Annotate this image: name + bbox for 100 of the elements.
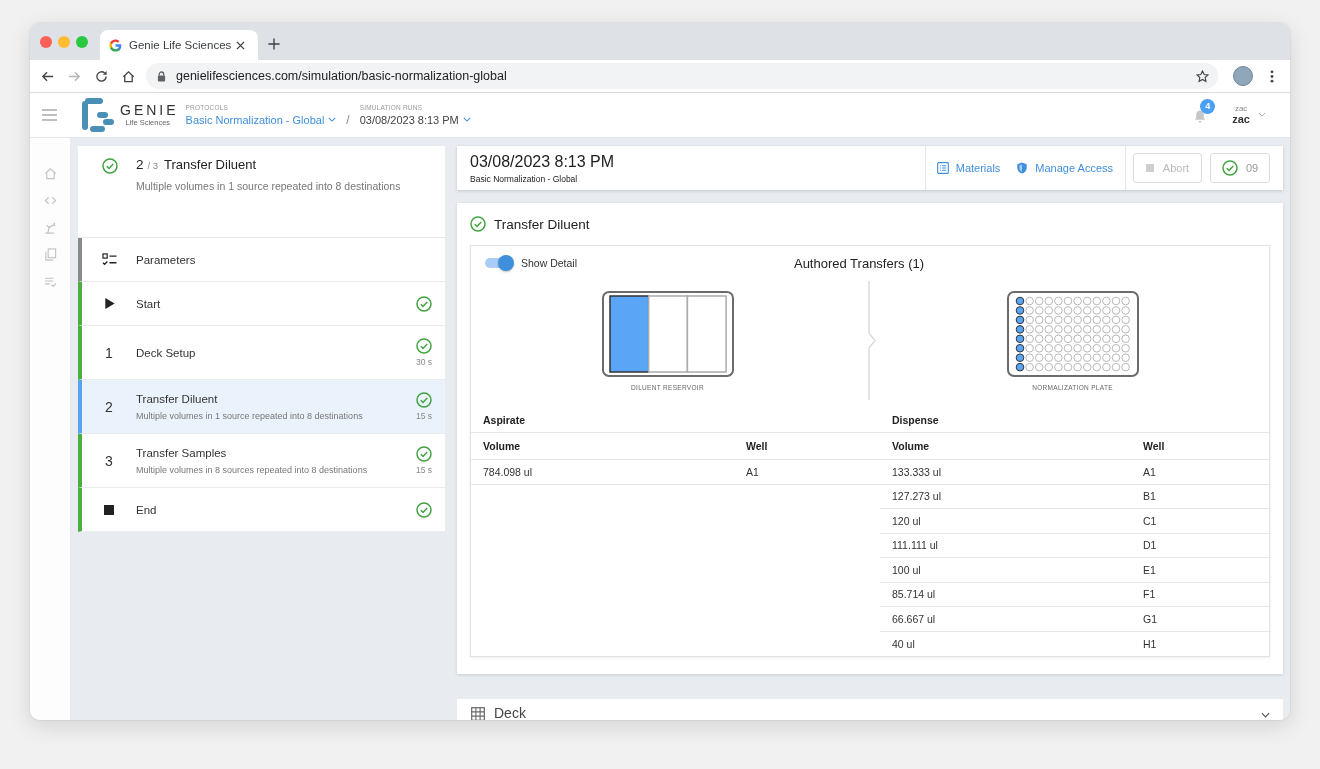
code-icon[interactable]	[43, 194, 57, 207]
check-circle-icon	[416, 501, 432, 518]
bell-icon[interactable]	[1193, 108, 1208, 124]
deck-title: Deck	[494, 705, 526, 720]
table-cell-text: 66.667 ul	[891, 612, 937, 625]
checklist-icon	[101, 253, 117, 266]
logo-icon	[81, 97, 115, 133]
authored-transfers-heading: Authored Transfers (1)	[793, 255, 925, 271]
step-duration: 15 s	[415, 411, 433, 421]
table-cell-text: A1	[1142, 465, 1157, 478]
plus-icon[interactable]	[268, 37, 280, 50]
avatar-icon[interactable]	[1233, 66, 1253, 86]
account-label: zac	[1234, 104, 1248, 113]
step-title: Transfer Samples	[136, 446, 228, 459]
step-title: Transfer Diluent	[136, 392, 219, 405]
table-cell-text: G1	[1142, 612, 1158, 625]
step-number: 3	[105, 452, 113, 469]
favicon-icon	[109, 38, 122, 52]
manage-access-link[interactable]: Manage Access	[1016, 162, 1113, 174]
materials-link[interactable]: Materials	[936, 162, 1001, 174]
step-item[interactable]: Start	[78, 282, 445, 326]
brand-name: GENIE	[120, 103, 179, 118]
column-header: Well	[1142, 440, 1166, 452]
lock-icon	[157, 70, 166, 82]
copy-icon[interactable]	[43, 248, 57, 261]
table-cell-text: 133.333 ul	[891, 465, 943, 478]
grid-icon	[471, 707, 485, 720]
chevron-icon[interactable]	[1261, 712, 1270, 718]
table-cell-text: 85.714 ul	[891, 588, 937, 601]
chevron-down-icon	[462, 117, 471, 122]
check-circle-icon	[416, 446, 432, 462]
table-cell-text: 127.273 ul	[891, 490, 943, 503]
table-cell-text: C1	[1142, 514, 1158, 527]
check-circle-icon	[416, 295, 432, 312]
column-header: Well	[745, 440, 769, 452]
breadcrumb-dropdown[interactable]: 03/08/2023 8:13 PM	[359, 112, 471, 127]
chevron-down-icon[interactable]	[1258, 111, 1266, 117]
chevron-down-icon	[328, 117, 337, 122]
checklist-icon[interactable]	[43, 275, 57, 288]
more-icon[interactable]	[1270, 69, 1274, 83]
step-item[interactable]: 2 Transfer Diluent Multiple volumes in 1 source repeated into 8 destinations 15 s	[78, 380, 445, 434]
table-cell-text: 100 ul	[891, 563, 922, 576]
table-cell-text: 40 ul	[891, 637, 916, 650]
browser-tab[interactable]: Genie Life Sciences	[100, 30, 258, 60]
shield-icon	[1016, 162, 1029, 174]
breadcrumb-dropdown[interactable]: Basic Normalization - Global	[185, 112, 337, 127]
column-header: Volume	[891, 440, 931, 452]
step-item[interactable]: 1 Deck Setup 30 s	[78, 326, 445, 380]
table-cell-text: 784.098 ul	[482, 465, 534, 478]
table-cell-text: B1	[1142, 490, 1157, 503]
step-title: End	[136, 503, 158, 516]
table-cell-text: H1	[1142, 637, 1158, 650]
table-cell-text: 111.111 ul	[891, 539, 939, 552]
step-item[interactable]: 3 Transfer Samples Multiple volumes in 8 sources repeated into 8 destinations 15 s	[78, 434, 445, 488]
run-subtitle: Basic Normalization - Global	[470, 174, 579, 184]
forward-icon[interactable]	[68, 69, 81, 83]
robot-arm-icon[interactable]	[43, 221, 57, 234]
check-circle-icon	[416, 338, 432, 354]
step-count: 2	[136, 157, 144, 172]
reload-icon[interactable]	[95, 69, 108, 83]
toggle-label: Show Detail	[521, 257, 578, 269]
table-cell-text: 120 ul	[891, 514, 922, 527]
address-bar[interactable]: genielifesciences.com/simulation/basic-normalization-global	[146, 63, 1218, 89]
table-group-header: Dispense	[891, 414, 940, 426]
check-circle-icon	[1221, 160, 1238, 176]
stop-icon	[1145, 164, 1154, 172]
table-cell-text: D1	[1142, 539, 1158, 552]
run-title: 03/08/2023 8:13 PM	[470, 153, 616, 171]
table-cell-text: A1	[745, 465, 760, 478]
notification-badge: 4	[1200, 98, 1216, 114]
home-icon[interactable]	[122, 69, 135, 83]
step-item[interactable]: Parameters	[78, 238, 445, 282]
back-icon[interactable]	[41, 69, 54, 83]
star-icon[interactable]	[1196, 69, 1209, 83]
step-description: Multiple volumes in 1 source repeated into 8 destinations	[136, 180, 401, 192]
menu-icon[interactable]	[42, 109, 57, 121]
step-title: Start	[136, 297, 162, 310]
step-title: Deck Setup	[136, 346, 197, 359]
breadcrumb-separator: /	[346, 112, 350, 127]
close-icon[interactable]	[236, 40, 245, 50]
check-circle-icon	[416, 392, 432, 408]
step-number: 2	[105, 398, 113, 415]
column-header: Volume	[482, 440, 522, 452]
user-name[interactable]: zac	[1232, 113, 1250, 126]
table-cell-text: F1	[1142, 588, 1157, 601]
step-number: 1	[105, 344, 113, 361]
step-heading: Transfer Diluent	[164, 157, 257, 172]
step-title: Parameters	[136, 253, 197, 266]
list-icon	[936, 162, 949, 174]
step-item[interactable]: End	[78, 488, 445, 532]
show-detail-toggle[interactable]	[485, 255, 514, 271]
window-close-button[interactable]	[40, 36, 52, 48]
step-description: Multiple volumes in 1 source repeated into 8 destinations	[136, 410, 364, 421]
table-group-header: Aspirate	[482, 414, 526, 426]
stop-icon	[104, 504, 114, 515]
table-cell-text: E1	[1142, 563, 1157, 576]
step-duration: 15 s	[415, 465, 433, 475]
window-zoom-button[interactable]	[76, 36, 88, 48]
transfer-title: Transfer Diluent	[494, 216, 590, 232]
step-duration: 30 s	[415, 357, 433, 367]
